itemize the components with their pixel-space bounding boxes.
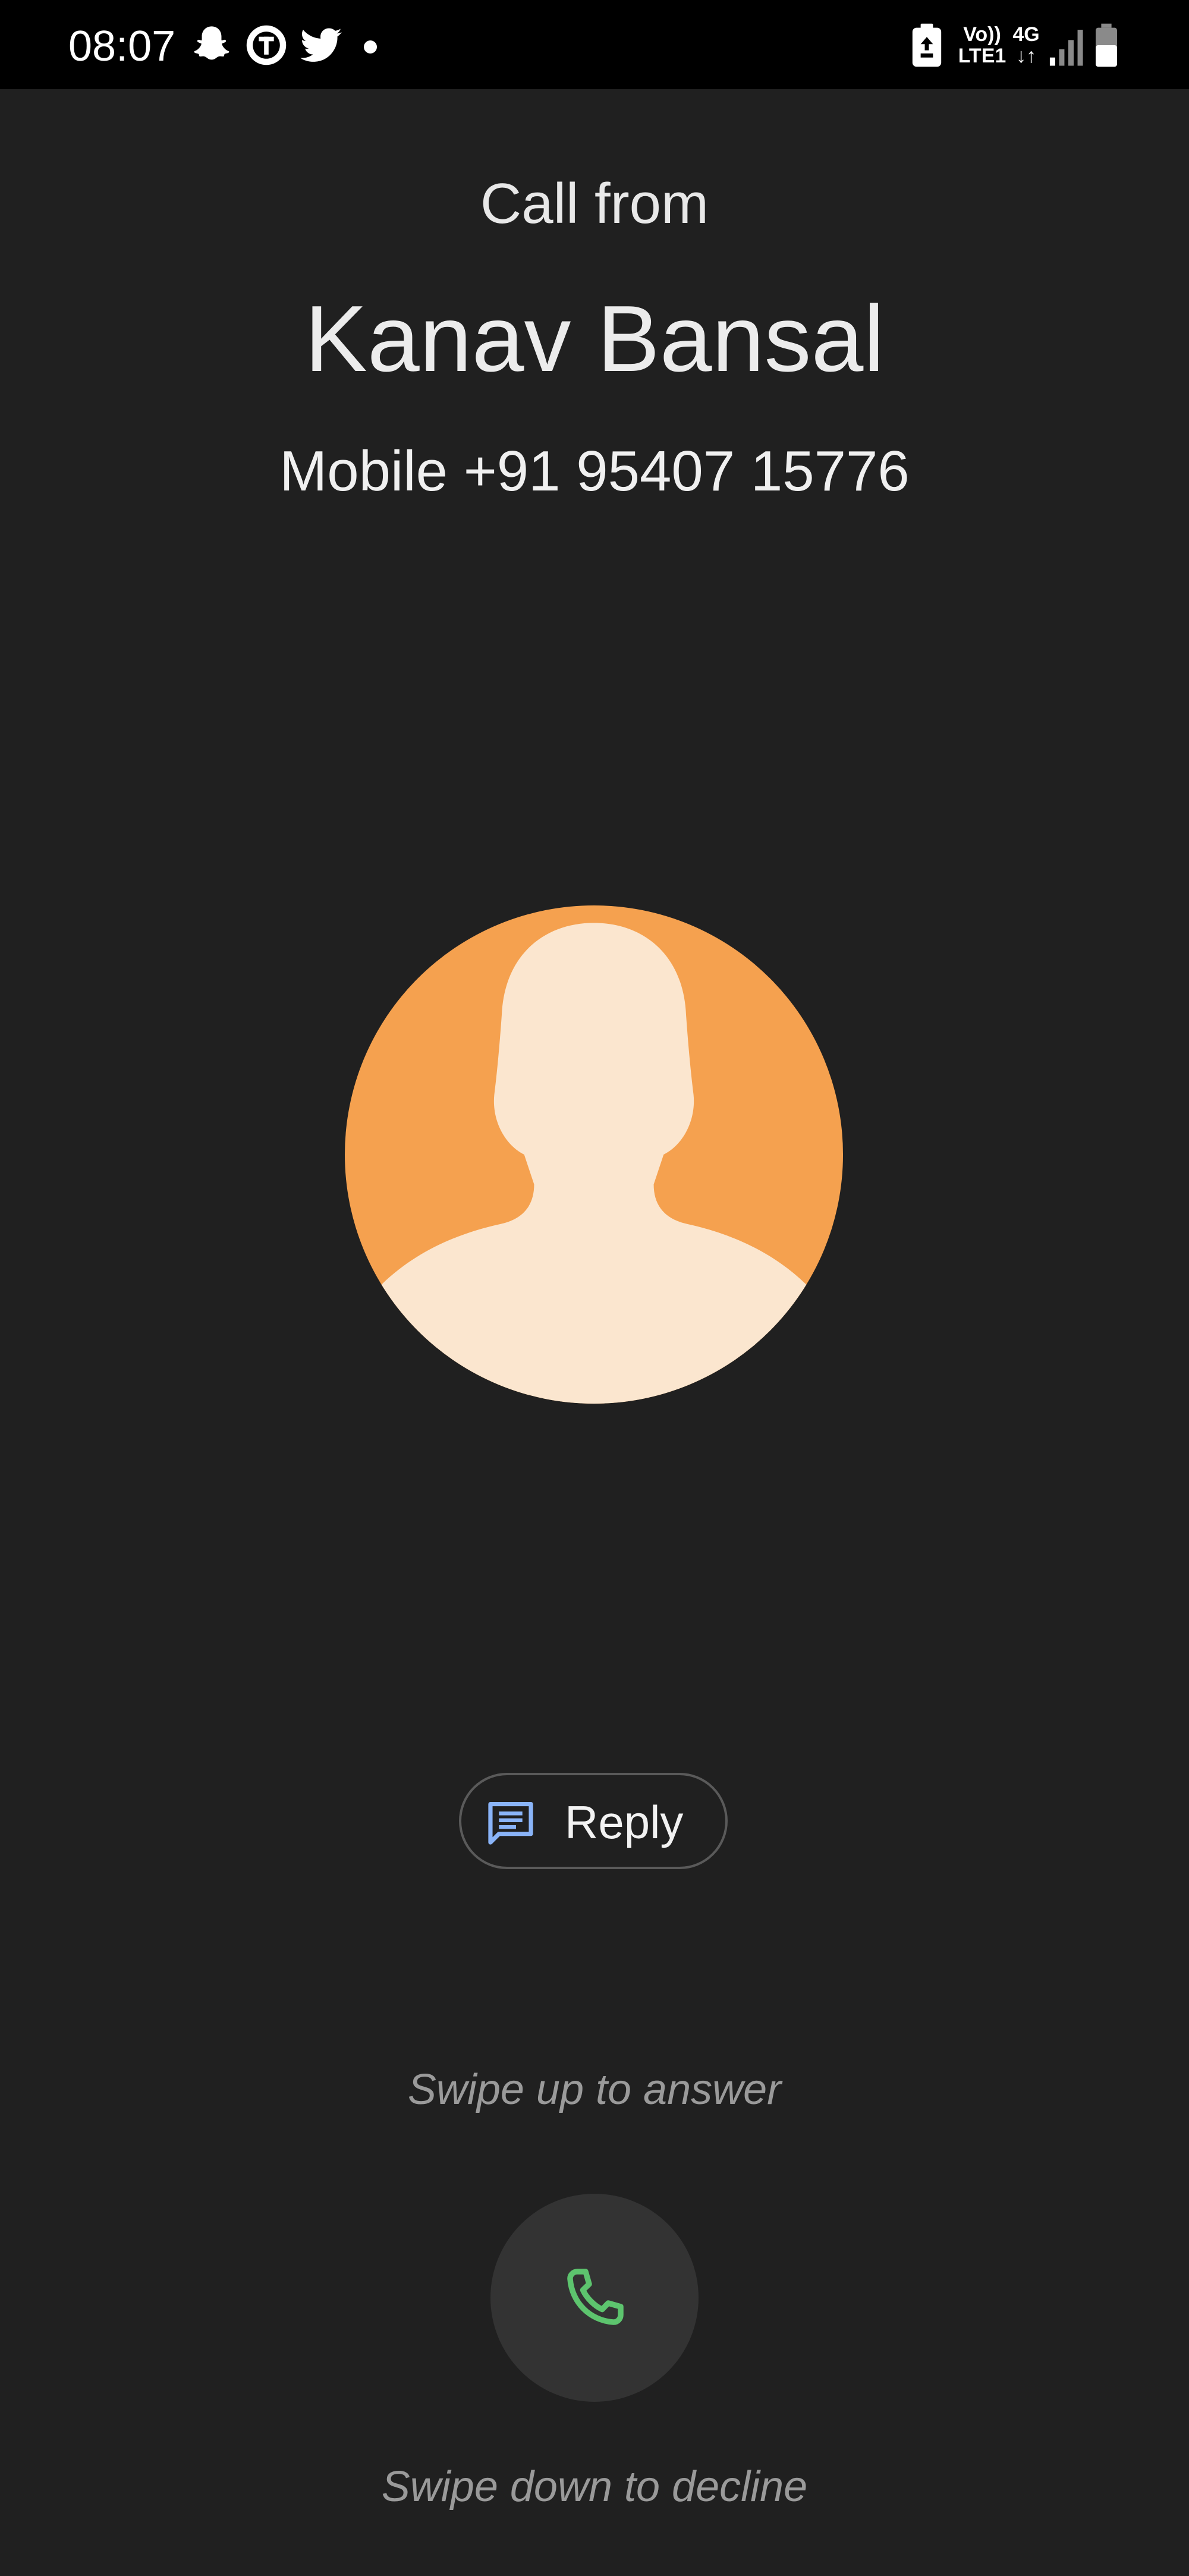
volte-lte-icon: Vo)) LTE1 xyxy=(955,24,1009,67)
lte-label: LTE1 xyxy=(958,45,1006,67)
network-arrows-label: ↓↑ xyxy=(1016,45,1036,67)
status-time: 08:07 xyxy=(68,23,176,70)
battery-saver-icon xyxy=(912,23,942,67)
volte-label: Vo)) xyxy=(963,23,1001,46)
caller-name: Kanav Bansal xyxy=(304,287,885,391)
message-icon xyxy=(488,1801,533,1845)
phone-icon xyxy=(567,2269,624,2325)
network-4g-icon: 4G ↓↑ xyxy=(1008,24,1044,67)
caller-number: Mobile +91 95407 15776 xyxy=(279,439,910,503)
swipe-up-hint: Swipe up to answer xyxy=(407,2066,782,2113)
network-type-label: 4G xyxy=(1012,23,1040,46)
swipe-down-hint: Swipe down to decline xyxy=(381,2463,808,2511)
call-from-label: Call from xyxy=(480,172,709,235)
status-bar: 08:07 Vo)) LTE1 4G ↓↑ xyxy=(0,0,1189,89)
signal-icon xyxy=(1049,30,1083,66)
notification-dot xyxy=(364,40,377,54)
teachmint-icon xyxy=(246,25,287,65)
battery-icon xyxy=(1096,23,1117,67)
reply-label: Reply xyxy=(565,1796,684,1848)
avatar xyxy=(345,905,843,1404)
twitter-icon xyxy=(300,28,342,62)
snapchat-icon xyxy=(194,26,229,60)
answer-swipe-handle[interactable] xyxy=(490,2194,699,2402)
reply-button[interactable]: Reply xyxy=(459,1773,728,1869)
incoming-call-screen: 08:07 Vo)) LTE1 4G ↓↑ Call from Kanav Ba… xyxy=(0,0,1189,2576)
